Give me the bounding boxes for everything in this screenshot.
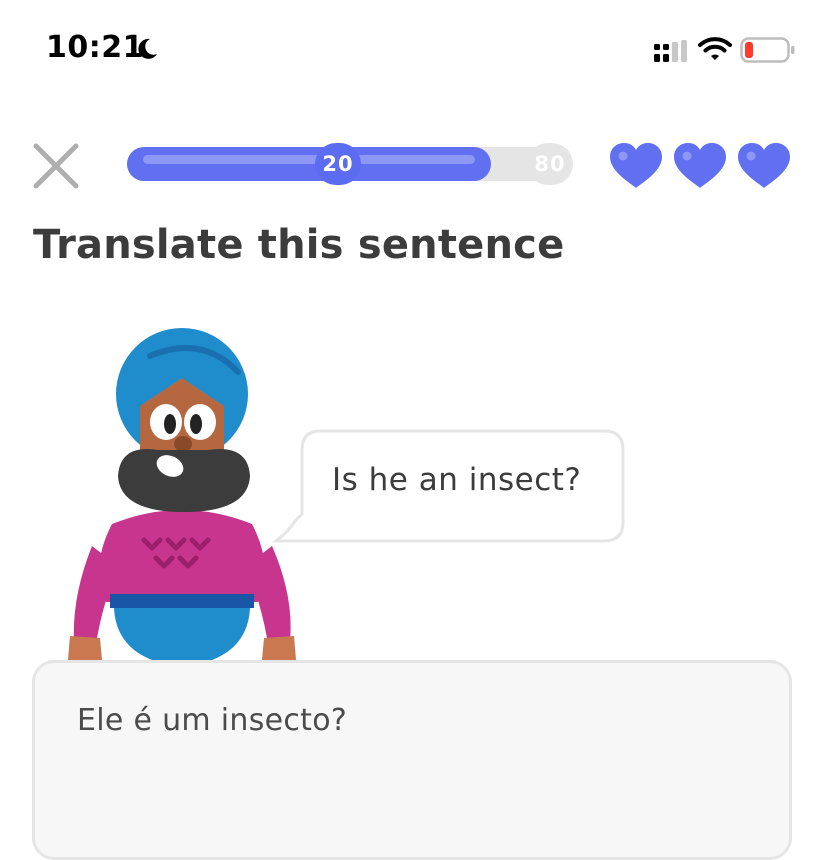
- heart-icon: [610, 143, 662, 188]
- lesson-progress-bar: 80 20: [127, 143, 573, 185]
- page-title: Translate this sentence: [33, 222, 565, 268]
- cellular-signal-icon: [654, 40, 687, 62]
- progress-target-marker: 80: [527, 143, 573, 185]
- heart-icon: [738, 143, 790, 188]
- character-illustration: [68, 328, 296, 660]
- moon-icon: [138, 38, 157, 59]
- battery-low-icon: [740, 37, 795, 63]
- close-button[interactable]: [30, 140, 82, 192]
- status-time: 10:21: [46, 30, 144, 65]
- speech-bubble-text: Is he an insect?: [332, 462, 582, 498]
- progress-fill: [127, 147, 491, 181]
- hearts: [608, 142, 798, 192]
- progress-shine: [143, 155, 475, 164]
- wifi-icon: [698, 37, 732, 60]
- answer-input-box[interactable]: Ele é um insecto?: [32, 660, 792, 860]
- answer-input[interactable]: Ele é um insecto?: [77, 703, 757, 738]
- progress-current-marker: 20: [315, 143, 361, 185]
- heart-icon: [674, 143, 726, 188]
- status-bar: 10:21: [0, 0, 827, 100]
- close-icon: [33, 143, 79, 189]
